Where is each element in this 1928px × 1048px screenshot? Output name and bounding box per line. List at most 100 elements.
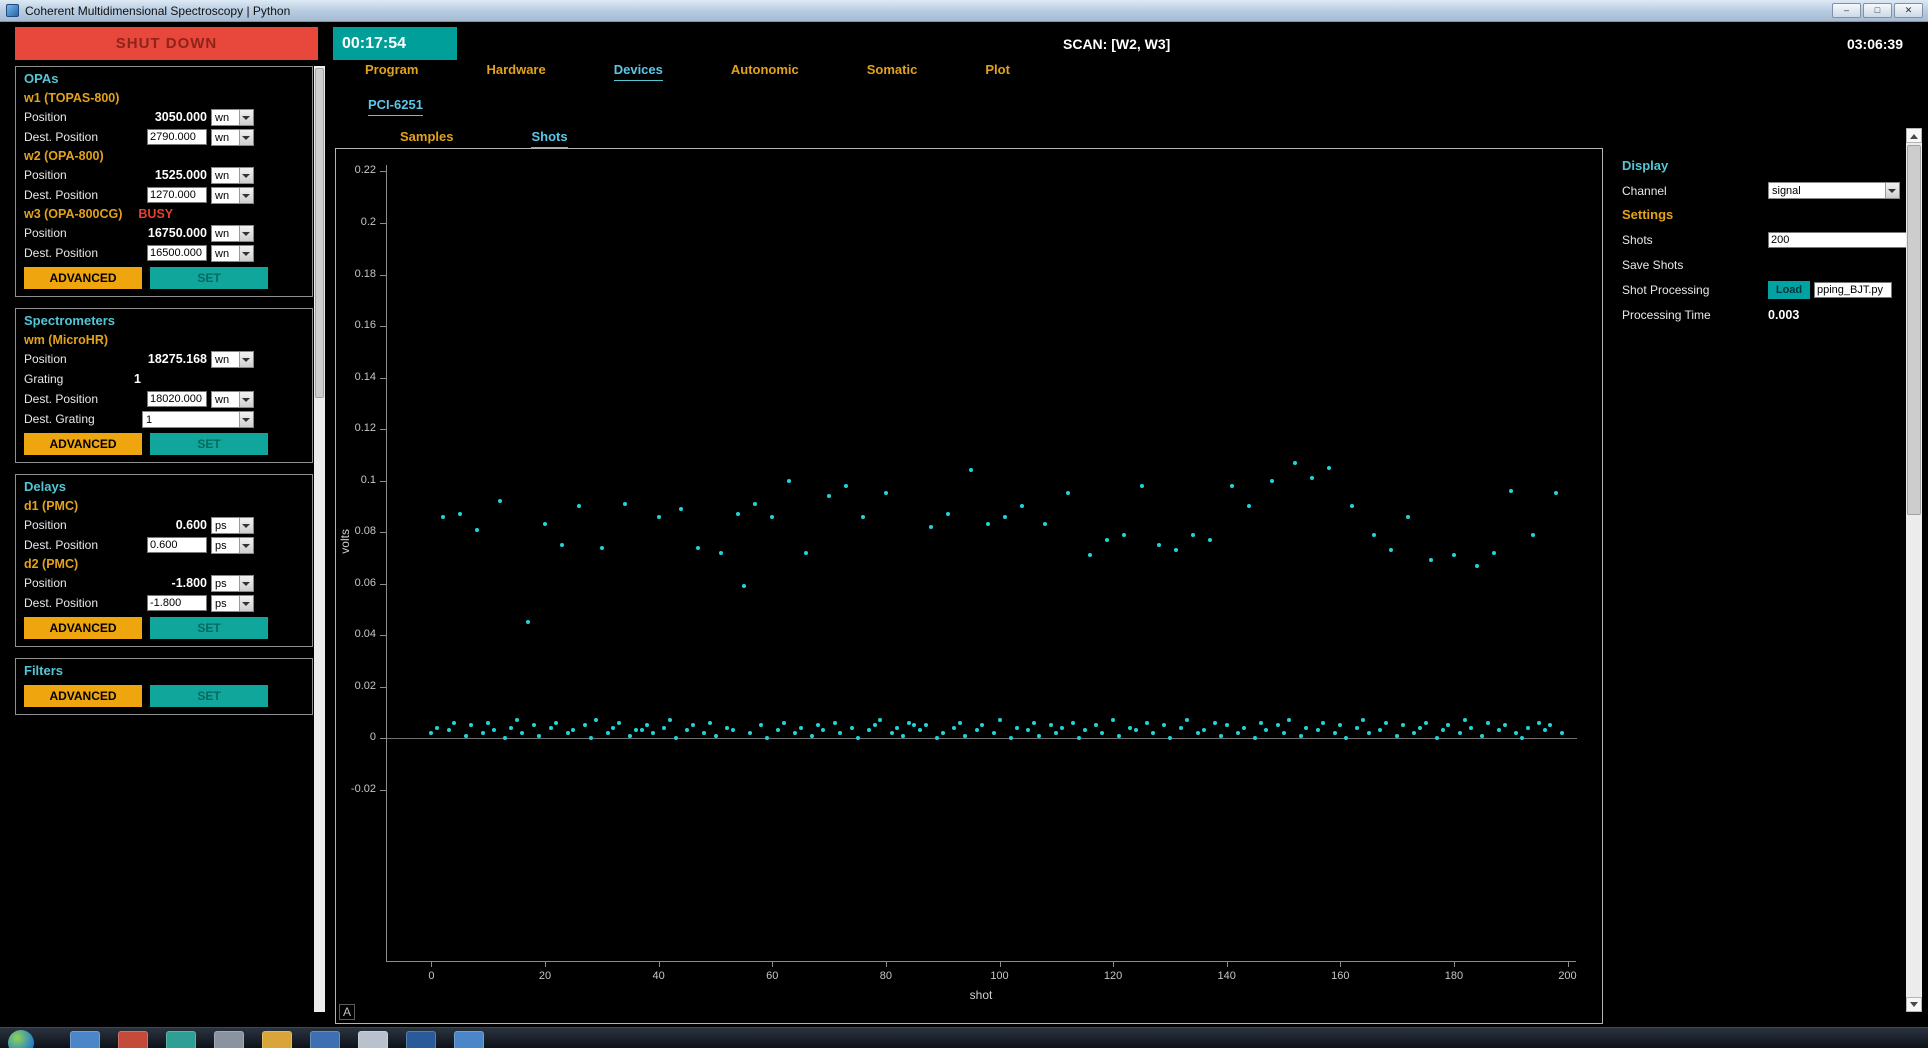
set-button[interactable]: SET [150, 685, 268, 707]
y-tick-label: -0.02 [336, 783, 376, 795]
units-dropdown[interactable]: wn [211, 109, 254, 126]
data-point [503, 736, 507, 740]
advanced-button[interactable]: ADVANCED [24, 433, 142, 455]
sidebar-scrollbar[interactable] [314, 66, 325, 1012]
field-controls: 0.600ps [134, 517, 254, 534]
set-button[interactable]: SET [150, 267, 268, 289]
tab-shots[interactable]: Shots [531, 129, 567, 148]
taskbar-app-4[interactable] [214, 1031, 244, 1048]
advanced-button[interactable]: ADVANCED [24, 267, 142, 289]
shutdown-button[interactable]: SHUT DOWN [15, 27, 318, 60]
advanced-button[interactable]: ADVANCED [24, 617, 142, 639]
scroll-up-button[interactable] [1906, 128, 1922, 143]
field-input[interactable] [147, 391, 207, 407]
field-label: Dest. Position [24, 392, 134, 406]
scrollbar-thumb[interactable] [1907, 145, 1921, 515]
chevron-down-icon [1885, 183, 1899, 198]
scrollbar-thumb[interactable] [315, 68, 324, 398]
set-button[interactable]: SET [150, 617, 268, 639]
units-dropdown[interactable]: wn [211, 225, 254, 242]
taskbar-app-5[interactable] [262, 1031, 292, 1048]
data-point [1276, 723, 1280, 727]
units-dropdown[interactable]: wn [211, 167, 254, 184]
tab-pci-6251[interactable]: PCI-6251 [368, 97, 423, 116]
data-point [1395, 734, 1399, 738]
taskbar-app-8[interactable] [406, 1031, 436, 1048]
units-dropdown[interactable]: ps [211, 575, 254, 592]
data-point [651, 731, 655, 735]
set-button[interactable]: SET [150, 433, 268, 455]
start-button[interactable] [8, 1030, 34, 1048]
device-name: d1 (PMC) [24, 499, 78, 513]
units-dropdown[interactable]: wn [211, 245, 254, 262]
data-point [1509, 489, 1513, 493]
data-point [1316, 728, 1320, 732]
units-dropdown[interactable]: wn [211, 391, 254, 408]
app-icon [6, 4, 19, 17]
units-dropdown[interactable]: wn [211, 351, 254, 368]
taskbar-app-2[interactable] [118, 1031, 148, 1048]
data-point [787, 479, 791, 483]
data-point [464, 734, 468, 738]
data-point [1480, 734, 1484, 738]
tab-devices[interactable]: Devices [614, 62, 663, 81]
taskbar-app-3[interactable] [166, 1031, 196, 1048]
data-point [679, 507, 683, 511]
section-header: Delays [24, 479, 304, 497]
x-tick [886, 961, 887, 967]
data-point [1293, 461, 1297, 465]
x-tick-label: 0 [411, 970, 451, 982]
field-input[interactable] [147, 537, 207, 553]
y-tick-label: 0.14 [336, 371, 376, 383]
taskbar-app-1[interactable] [70, 1031, 100, 1048]
data-point [742, 584, 746, 588]
shots-input[interactable] [1768, 232, 1916, 248]
maximize-button[interactable]: □ [1863, 3, 1892, 18]
close-button[interactable]: ✕ [1894, 3, 1923, 18]
units-dropdown[interactable]: wn [211, 129, 254, 146]
minimize-button[interactable]: – [1832, 3, 1861, 18]
channel-row: Channel signal [1622, 178, 1900, 203]
channel-select[interactable]: signal [1768, 182, 1900, 199]
units-dropdown[interactable]: ps [211, 595, 254, 612]
field-input[interactable] [147, 245, 207, 261]
data-point [838, 731, 842, 735]
tab-somatic[interactable]: Somatic [867, 62, 918, 81]
tab-samples[interactable]: Samples [400, 129, 453, 148]
data-point [668, 718, 672, 722]
windows-taskbar [0, 1027, 1928, 1048]
field-controls: -1.800ps [134, 575, 254, 592]
units-dropdown[interactable]: ps [211, 517, 254, 534]
load-script-button[interactable]: Load [1768, 281, 1810, 299]
units-dropdown[interactable]: ps [211, 537, 254, 554]
tab-autonomic[interactable]: Autonomic [731, 62, 799, 81]
autoscale-button[interactable]: A [339, 1004, 355, 1020]
tab-hardware[interactable]: Hardware [486, 62, 545, 81]
units-dropdown[interactable]: wn [211, 187, 254, 204]
data-point [691, 723, 695, 727]
y-tick-label: 0.2 [336, 216, 376, 228]
y-tick-label: 0.12 [336, 422, 376, 434]
data-point [878, 718, 882, 722]
grating-select[interactable]: 1 [142, 411, 254, 428]
chevron-down-icon [239, 130, 253, 145]
advanced-button[interactable]: ADVANCED [24, 685, 142, 707]
scroll-down-button[interactable] [1906, 997, 1922, 1012]
field-input[interactable] [147, 129, 207, 145]
data-point [884, 491, 888, 495]
field-input[interactable] [147, 187, 207, 203]
taskbar-app-7[interactable] [358, 1031, 388, 1048]
field-row-position: Position-1.800ps [24, 573, 304, 593]
data-point [1179, 726, 1183, 730]
shots-scatter-plot[interactable]: volts shot A -0.0200.020.040.060.080.10.… [335, 148, 1603, 1024]
data-point [702, 731, 706, 735]
main-scrollbar[interactable] [1906, 128, 1922, 1012]
shot-processing-file-input[interactable] [1814, 282, 1892, 298]
taskbar-app-9[interactable] [454, 1031, 484, 1048]
taskbar-app-6[interactable] [310, 1031, 340, 1048]
field-input[interactable] [147, 595, 207, 611]
field-controls: ps [134, 595, 254, 612]
tab-plot[interactable]: Plot [985, 62, 1010, 81]
tab-program[interactable]: Program [365, 62, 418, 81]
device-name: w1 (TOPAS-800) [24, 91, 119, 105]
